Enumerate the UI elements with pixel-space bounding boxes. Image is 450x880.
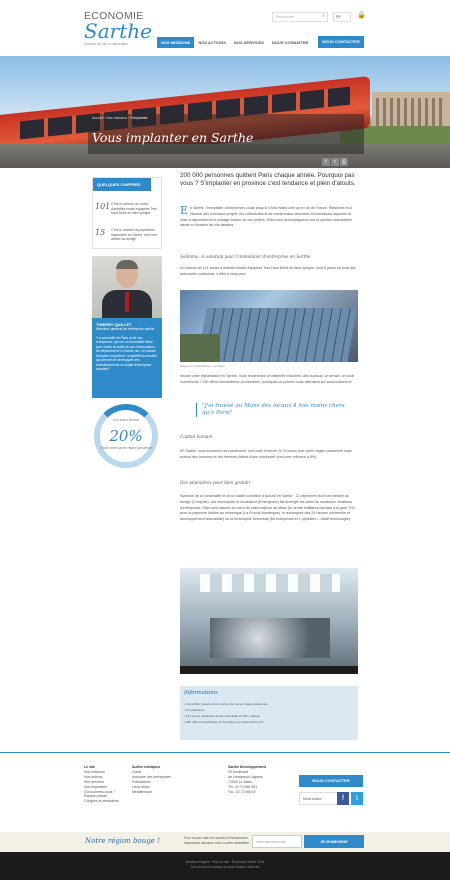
section-heading: Capital humain [180, 434, 213, 439]
information-title: Informations [184, 690, 218, 696]
copyright: Tous droits en cession du droit d'auteur… [190, 864, 260, 869]
footer-link[interactable]: Annuaire des entreprises [132, 775, 171, 780]
nav-item-about[interactable]: NOUS CONNAÎTRE [268, 37, 312, 48]
lock-icon[interactable]: 🔒 [357, 11, 366, 19]
article-paragraph: En Sarthe, l'immobilier d'entreprises co… [180, 204, 352, 228]
subscribe-button[interactable]: JE M'ABONNE [304, 835, 364, 848]
contact-button[interactable]: NOUS CONTACTER [318, 36, 364, 48]
legal-bar: Mentions légales · Plan du site · Économ… [0, 852, 450, 880]
newsletter-title: Notre région bouge ! [85, 837, 160, 845]
section-heading: Solimmo, la solution pour l'immobilier d… [180, 254, 311, 259]
info-item: • 250 offres immobilières ou foncières s… [184, 720, 264, 724]
main-nav: NOS MISSIONS NOS ACTIONS NOS SERVICES NO… [157, 37, 312, 48]
facebook-icon[interactable]: f [337, 792, 349, 805]
article-paragraph: Symbole de la convivialité et de la vita… [180, 494, 356, 522]
language-select[interactable]: FR [333, 12, 351, 22]
article-lead: 200 000 personnes quittent Paris chaque … [180, 172, 356, 187]
article-paragraph: En Sarthe, vous trouverez non seulement,… [180, 449, 352, 459]
follow-label: Nous suivre [303, 797, 322, 801]
twitter-share-icon[interactable]: t [331, 158, 339, 166]
footer-column-address: Sarthe Développement 29 boulevard de Lev… [228, 765, 266, 794]
nav-item-actions[interactable]: NOS ACTIONS [194, 37, 230, 48]
circle-text-bottom: moins chère qu'en région parisienne [100, 446, 152, 450]
person-role: directeur général de entreprise sarthe [96, 327, 155, 331]
logo-line2: Sarthe [84, 19, 152, 43]
section-heading: Des pépinières pour bien grandir [180, 480, 251, 485]
footer-contact-button[interactable]: NOUS CONTACTER [299, 775, 363, 787]
footer-column-site: Le site Nos missions Nos actions Nos ser… [84, 765, 119, 804]
footer-column-other: Autres rubriques Guide Annuaire des entr… [132, 765, 171, 794]
key-figures-box: QUELQUES CHIFFRES 101 C'est le nombre de… [92, 177, 162, 249]
video-player[interactable] [180, 568, 358, 674]
print-icon[interactable]: ⎙ [340, 158, 348, 166]
testimonial-box: THIERRY QUILLET directeur général de ent… [92, 318, 162, 398]
circle-percentage: 20% [109, 427, 143, 445]
article-paragraph: Un réseau de 121 zones d'activités toute… [180, 266, 356, 276]
page: ECONOMIE Sarthe Donnez de l'air à vos pr… [0, 0, 450, 880]
newsletter-email-input[interactable]: Votre adresse email [252, 835, 302, 848]
search-placeholder: Rechercher [276, 15, 295, 19]
drop-cap: E [180, 204, 189, 217]
person-photo [92, 256, 162, 318]
person-quote: "La proximité de Paris et de ses entrepr… [96, 335, 158, 372]
search-icon[interactable]: ⌕ [322, 13, 325, 20]
building-photo [180, 290, 358, 362]
footer-social: Nous suivre f t [299, 792, 363, 805]
footer-link[interactable]: Médiathèque [132, 790, 171, 795]
percentage-circle: Une aide d'environ 20% moins chère qu'en… [94, 404, 158, 468]
address-line: de Levasseur-Lagrave [228, 774, 263, 779]
figure-text: C'est le nombre de pépinières implantées… [111, 228, 157, 241]
address-line: Fax. 02 72 660 67 [228, 789, 257, 794]
share-icons: f t ⎙ [322, 158, 348, 166]
footer-divider [0, 752, 450, 753]
figure-number: 15 [95, 228, 106, 237]
facebook-share-icon[interactable]: f [322, 158, 330, 166]
breadcrumb: Accueil › Nos missions › S'implanter [92, 116, 148, 120]
key-figures-title: QUELQUES CHIFFRES [93, 178, 151, 191]
site-logo[interactable]: ECONOMIE Sarthe Donnez de l'air à vos pr… [84, 10, 152, 46]
site-header: ECONOMIE Sarthe Donnez de l'air à vos pr… [0, 0, 450, 56]
breadcrumb-current: S'implanter [130, 116, 148, 120]
footer-link[interactable]: Congrès et séminaires [84, 799, 119, 804]
nav-item-services[interactable]: NOS SERVICES [230, 37, 268, 48]
circle-text-top: Une aide d'environ [112, 418, 140, 422]
page-title: Vous implanter en Sarthe [92, 130, 254, 145]
breadcrumb-path[interactable]: Accueil › Nos missions › [92, 116, 129, 120]
pull-quote: "J'ai trouvé au Mans des locaux 4 fois m… [196, 403, 358, 417]
figure-number: 101 [95, 202, 111, 211]
article-paragraph: réussir votre implantation en Sarthe. Vo… [180, 374, 354, 384]
video-controls[interactable] [180, 666, 358, 674]
information-box: Informations • Immobilier jusqu'à 4 fois… [180, 686, 358, 740]
twitter-icon[interactable]: t [351, 792, 363, 805]
figure-text: C'est le nombre de zones d'activités tou… [111, 202, 157, 215]
newsletter-text: Pour ne pas rater les salons et événemen… [184, 836, 250, 845]
search-input[interactable]: Rechercher ⌕ [272, 12, 328, 22]
image-caption: Siège du Crédit Mutuel - Le Mans [180, 364, 225, 368]
nav-item-missions[interactable]: NOS MISSIONS [157, 37, 195, 48]
